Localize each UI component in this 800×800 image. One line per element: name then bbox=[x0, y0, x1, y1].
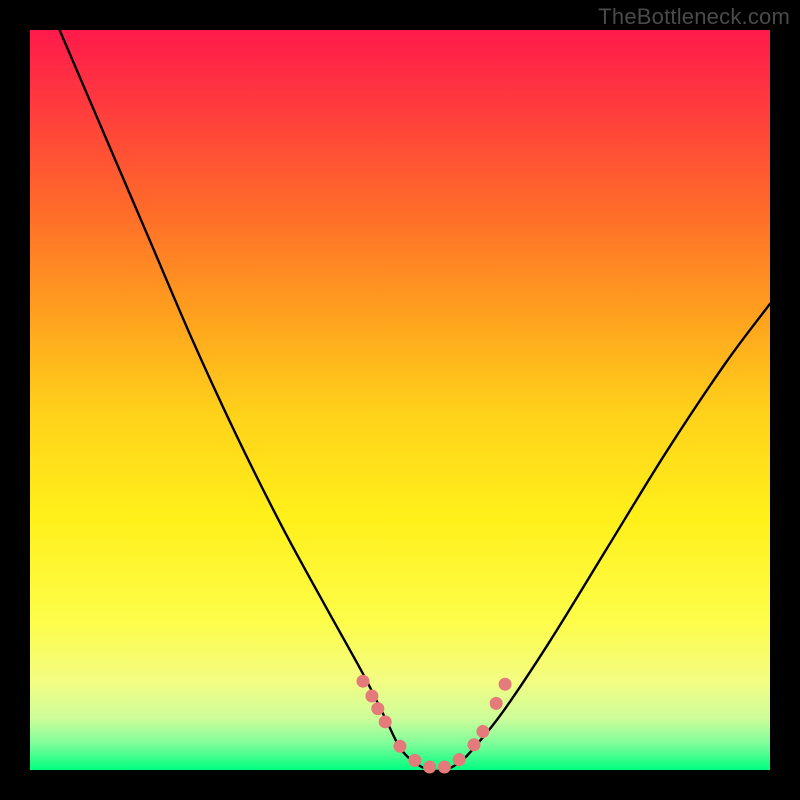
watermark-text: TheBottleneck.com bbox=[598, 4, 790, 30]
trough-marker bbox=[408, 754, 421, 767]
bottleneck-curve bbox=[60, 30, 770, 771]
trough-marker bbox=[499, 678, 512, 691]
plot-area bbox=[30, 30, 770, 770]
trough-marker bbox=[365, 690, 378, 703]
trough-marker bbox=[357, 675, 370, 688]
trough-marker bbox=[438, 761, 451, 774]
trough-marker bbox=[371, 702, 384, 715]
trough-marker bbox=[423, 761, 436, 774]
trough-marker bbox=[379, 715, 392, 728]
trough-marker bbox=[453, 753, 466, 766]
trough-marker bbox=[394, 740, 407, 753]
chart-frame: TheBottleneck.com bbox=[0, 0, 800, 800]
trough-marker bbox=[490, 697, 503, 710]
trough-markers bbox=[357, 675, 512, 774]
trough-marker bbox=[468, 738, 481, 751]
curve-layer bbox=[30, 30, 770, 770]
trough-marker bbox=[476, 725, 489, 738]
